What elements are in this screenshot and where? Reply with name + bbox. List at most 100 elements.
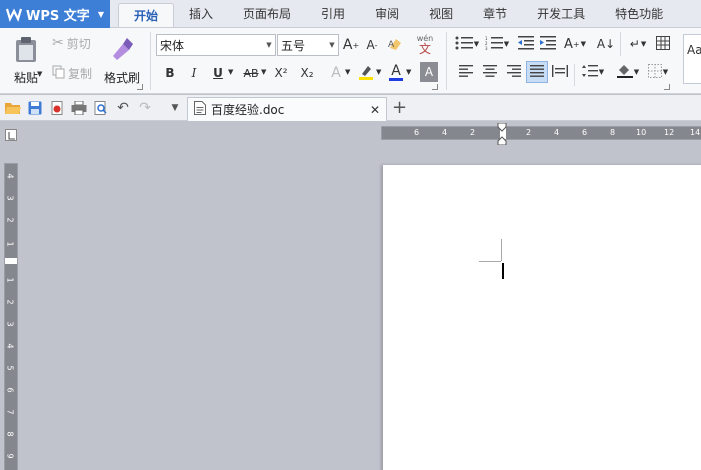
distribute-icon xyxy=(552,64,568,80)
phonetic-guide-button[interactable]: wén 文 xyxy=(410,32,440,56)
text-cursor xyxy=(502,263,504,279)
tab-home[interactable]: 开始 xyxy=(118,3,175,27)
indent-marker-icon[interactable] xyxy=(497,122,507,148)
print-icon[interactable] xyxy=(70,99,88,117)
ruler-number: 2 xyxy=(526,128,532,137)
align-center-icon xyxy=(483,64,497,80)
svg-text:3: 3 xyxy=(485,46,488,50)
text-effect-button[interactable]: A xyxy=(326,62,346,84)
chevron-down-icon: ▼ xyxy=(503,40,510,48)
cut-button[interactable]: ✂ 剪切 xyxy=(52,34,91,52)
underline-button[interactable]: U xyxy=(208,62,228,84)
chevron-down-icon[interactable]: ▼ xyxy=(406,68,411,76)
font-name-select[interactable]: 宋体 ▼ xyxy=(156,34,276,56)
style-gallery-item[interactable]: Aa xyxy=(683,34,701,84)
tab-view[interactable]: 视图 xyxy=(414,0,468,27)
table-button[interactable] xyxy=(654,34,672,54)
enter-arrow-icon: ↵ xyxy=(629,37,640,51)
horizontal-ruler[interactable]: 6 4 2 2 4 6 8 10 12 14 xyxy=(381,122,701,146)
chevron-down-icon[interactable]: ▼ xyxy=(37,70,42,78)
vertical-ruler[interactable]: 4 3 2 1 1 2 3 4 5 6 7 8 9 xyxy=(4,163,18,470)
paste-button[interactable]: 粘贴 xyxy=(8,32,44,90)
new-tab-plus-icon[interactable]: + xyxy=(392,97,407,118)
group-divider xyxy=(574,64,575,86)
print-preview-icon[interactable] xyxy=(92,99,110,117)
paragraph-marks-button[interactable]: ↵ ▼ xyxy=(626,34,650,54)
subscript-button[interactable]: X₂ xyxy=(296,62,318,84)
ruler-number: 2 xyxy=(5,217,15,223)
chevron-down-icon[interactable]: ▼ xyxy=(345,68,350,76)
shrink-font-button[interactable]: A- xyxy=(363,36,381,54)
close-icon[interactable]: ✕ xyxy=(370,103,380,117)
justify-button[interactable] xyxy=(526,61,548,83)
wps-app-menu-button[interactable]: WPS 文字 ▼ xyxy=(0,0,110,28)
paintbrush-icon xyxy=(109,36,135,65)
customize-toolbar-chevron-icon[interactable]: ▼ xyxy=(166,99,184,117)
wps-logo-icon xyxy=(5,6,23,22)
numbering-button[interactable]: 123 ▼ xyxy=(484,34,510,54)
ruler-number: 2 xyxy=(470,128,476,137)
align-center-button[interactable] xyxy=(480,62,500,82)
format-painter-button[interactable]: 格式刷 xyxy=(102,32,142,90)
ruler-number: 4 xyxy=(5,173,15,179)
tab-references[interactable]: 引用 xyxy=(306,0,360,27)
tab-insert[interactable]: 插入 xyxy=(174,0,228,27)
font-group-launcher[interactable] xyxy=(432,84,438,90)
strikethrough-button[interactable]: AB xyxy=(240,62,262,84)
align-left-button[interactable] xyxy=(456,62,476,82)
chevron-down-icon[interactable]: ▼ xyxy=(261,68,266,76)
line-spacing-button[interactable]: ▼ xyxy=(580,62,606,82)
distribute-button[interactable] xyxy=(550,62,570,82)
show-marks-button[interactable]: A↓ xyxy=(596,34,616,54)
font-color-button[interactable]: A xyxy=(386,60,406,84)
tab-special-features[interactable]: 特色功能 xyxy=(600,0,678,27)
increase-indent-button[interactable] xyxy=(538,34,558,54)
eraser-icon: A xyxy=(387,36,403,55)
chevron-down-icon[interactable]: ▼ xyxy=(376,68,381,76)
document-page[interactable] xyxy=(383,165,701,470)
ruler-number: 9 xyxy=(5,453,15,459)
paragraph-group-launcher[interactable] xyxy=(664,84,670,90)
borders-button[interactable]: ▼ xyxy=(644,62,672,82)
decrease-indent-button[interactable] xyxy=(516,34,536,54)
copy-icon xyxy=(52,65,65,82)
copy-button[interactable]: 复制 xyxy=(52,64,92,82)
ruler-number: 4 xyxy=(442,128,448,137)
paste-label: 粘贴 xyxy=(13,71,38,85)
tab-developer[interactable]: 开发工具 xyxy=(522,0,600,27)
tab-page-layout[interactable]: 页面布局 xyxy=(228,0,306,27)
export-pdf-icon[interactable] xyxy=(48,99,66,117)
chevron-down-icon[interactable]: ▼ xyxy=(228,68,233,76)
shading-button[interactable]: ▼ xyxy=(614,62,642,82)
tab-stop-selector[interactable] xyxy=(5,129,17,141)
border-icon xyxy=(647,63,662,81)
ruler-number: 12 xyxy=(664,128,675,137)
clear-format-button[interactable]: A xyxy=(386,36,404,54)
grow-font-button[interactable]: A + xyxy=(342,36,360,54)
align-right-button[interactable] xyxy=(504,62,524,82)
change-case-button[interactable]: A + ▼ xyxy=(562,34,588,54)
highlight-button[interactable] xyxy=(356,62,376,84)
bold-button[interactable]: B xyxy=(160,62,180,84)
open-folder-icon[interactable] xyxy=(4,99,22,117)
tab-review[interactable]: 审阅 xyxy=(360,0,414,27)
document-tab[interactable]: 百度经验.doc ✕ xyxy=(187,97,387,121)
bullets-button[interactable]: ▼ xyxy=(454,34,480,54)
ruler-number: 1 xyxy=(5,277,15,283)
save-icon[interactable] xyxy=(26,99,44,117)
indent-icon xyxy=(540,35,556,53)
character-shading-button[interactable]: A xyxy=(420,62,438,82)
superscript-button[interactable]: X² xyxy=(270,62,292,84)
font-size-select[interactable]: 五号 ▼ xyxy=(277,34,339,56)
redo-icon[interactable]: ↷ xyxy=(136,99,154,117)
undo-icon[interactable]: ↶ xyxy=(114,99,132,117)
clipboard-group-launcher[interactable] xyxy=(137,84,143,90)
chevron-down-icon: ▼ xyxy=(329,41,335,49)
align-left-icon xyxy=(459,64,473,80)
tab-section[interactable]: 章节 xyxy=(468,0,522,27)
chevron-down-icon: ▼ xyxy=(266,41,272,49)
document-workspace[interactable]: 6 4 2 2 4 6 8 10 12 14 4 3 2 1 1 2 3 4 5 xyxy=(0,121,701,470)
italic-button[interactable]: I xyxy=(184,62,204,84)
scissors-icon: ✂ xyxy=(52,35,64,51)
highlighter-icon xyxy=(358,64,374,83)
